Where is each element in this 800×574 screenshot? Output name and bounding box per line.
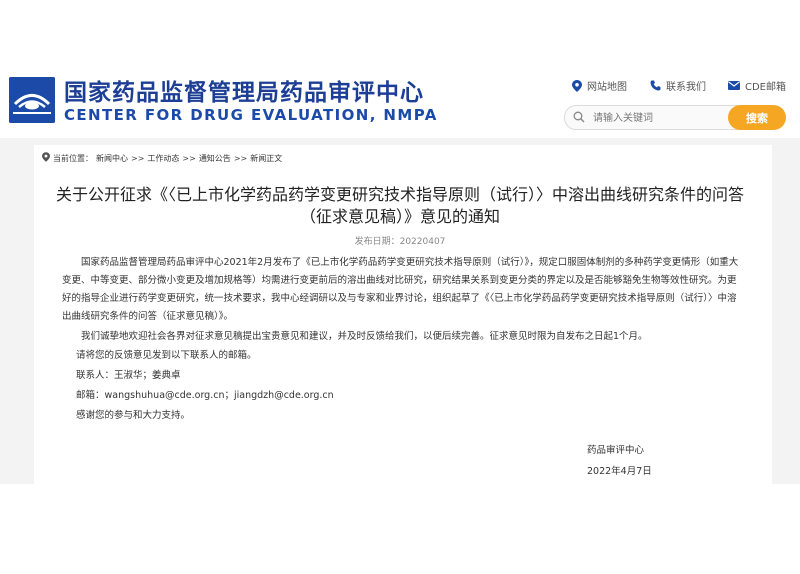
- cde-mail-label: CDE邮箱: [745, 82, 787, 93]
- breadcrumb-separator: >>: [182, 153, 196, 163]
- site-map-label: 网站地图: [587, 82, 627, 93]
- article-paragraph-1: 国家药品监督管理局药品审评中心2021年2月发布了《已上市化学药品药学变更研究技…: [62, 257, 739, 322]
- email-separator: ；: [224, 390, 234, 401]
- breadcrumb-prefix: 当前位置：: [53, 153, 93, 163]
- contact-emails: 邮箱：wangshuhua@cde.org.cn；jiangdzh@cde.or…: [62, 386, 744, 406]
- email-label: 邮箱：: [76, 390, 105, 401]
- mail-icon: [728, 81, 740, 90]
- search-bar: 搜索: [564, 105, 786, 130]
- signature-org: 药品审评中心: [587, 445, 645, 456]
- site-map-link[interactable]: 网站地图: [572, 78, 627, 93]
- site-title-cn: 国家药品监督管理局药品审评中心: [64, 80, 424, 106]
- signature-date: 2022年4月7日: [587, 466, 652, 477]
- site-header: 国家药品监督管理局药品审评中心 CENTER FOR DRUG EVALUATI…: [0, 58, 800, 138]
- email-link-wangshuhua[interactable]: wangshuhua@cde.org.cn: [105, 390, 225, 401]
- breadcrumb-item-news-center[interactable]: 新闻中心: [96, 153, 128, 164]
- search-input[interactable]: [591, 109, 735, 127]
- site-title-en: CENTER FOR DRUG EVALUATION, NMPA: [64, 106, 438, 124]
- location-pin-icon: [42, 152, 50, 164]
- email-link-jiangdzh[interactable]: jiangdzh@cde.org.cn: [234, 390, 334, 401]
- breadcrumb-item-notices[interactable]: 通知公告: [199, 153, 231, 164]
- thanks-line: 感谢您的参与和大力支持。: [76, 410, 191, 421]
- article-title-line1: 关于公开征求《〈已上市化学药品药学变更研究技术指导原则（试行）〉中溶出曲线研究条…: [55, 185, 744, 204]
- contact-persons: 联系人：王淑华；姜典卓: [76, 370, 181, 381]
- breadcrumb-separator: >>: [131, 153, 145, 163]
- article-title: 关于公开征求《〈已上市化学药品药学变更研究技术指导原则（试行）〉中溶出曲线研究条…: [40, 184, 760, 228]
- breadcrumb: 当前位置： 新闻中心 >> 工作动态 >> 通知公告 >> 新闻正文: [42, 152, 282, 164]
- article-paragraph-2: 我们诚挚地欢迎社会各界对征求意见稿提出宝贵意见和建议，并及时反馈给我们，以便后续…: [81, 331, 648, 342]
- publish-date-value: 20220407: [399, 237, 446, 247]
- article-title-line2: （征求意见稿）》意见的通知: [299, 207, 500, 226]
- cde-mail-link[interactable]: CDE邮箱: [728, 78, 786, 93]
- contact-us-label: 联系我们: [666, 82, 706, 93]
- phone-icon: [650, 80, 661, 91]
- publish-date: 发布日期：20220407: [40, 234, 760, 247]
- location-pin-icon: [572, 79, 582, 92]
- article-body: 国家药品监督管理局药品审评中心2021年2月发布了《已上市化学药品药学变更研究技…: [62, 254, 744, 426]
- cde-logo[interactable]: [9, 77, 55, 123]
- search-button[interactable]: 搜索: [728, 105, 786, 130]
- contact-us-link[interactable]: 联系我们: [650, 78, 706, 93]
- feedback-instruction: 请将您的反馈意见发到以下联系人的邮箱。: [76, 350, 257, 361]
- breadcrumb-item-article[interactable]: 新闻正文: [250, 153, 282, 164]
- breadcrumb-item-work-news[interactable]: 工作动态: [147, 153, 179, 164]
- breadcrumb-separator: >>: [233, 153, 248, 163]
- publish-date-label: 发布日期：: [354, 237, 400, 247]
